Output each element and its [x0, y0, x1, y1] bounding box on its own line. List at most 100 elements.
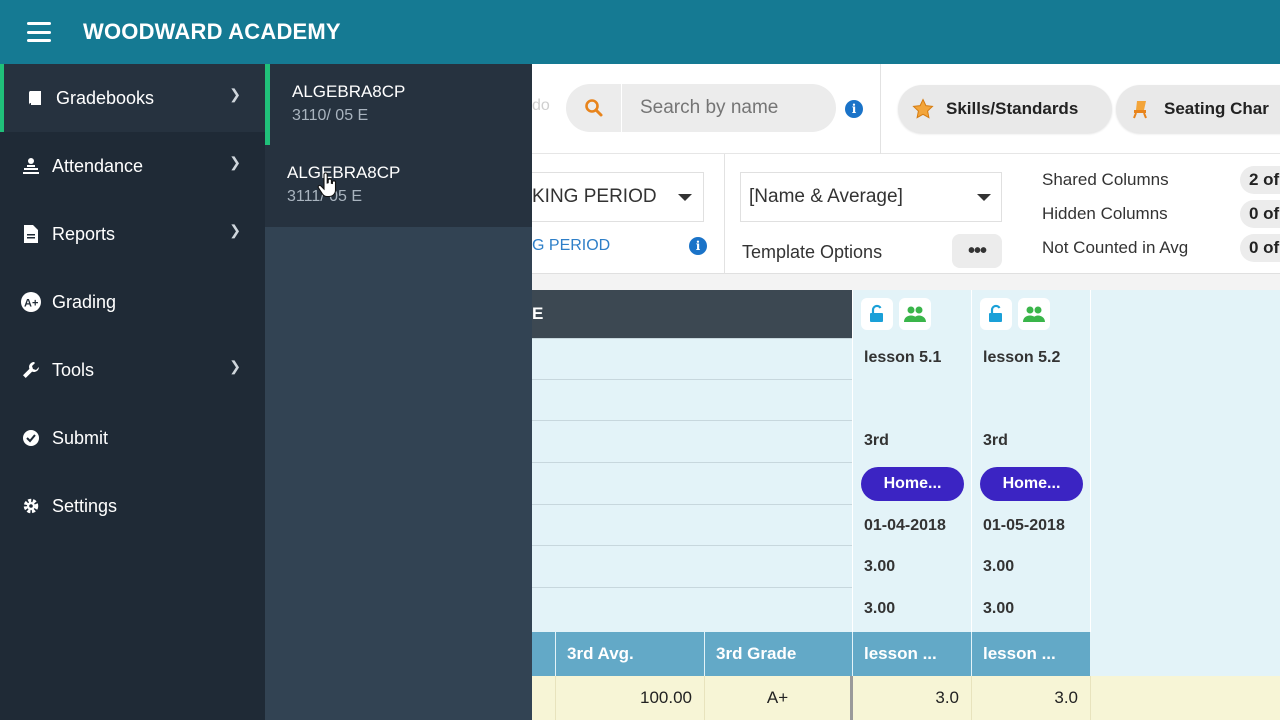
template-options-button[interactable]: ••• — [952, 234, 1002, 268]
score-cell[interactable]: 3.0 — [856, 676, 972, 720]
sidebar-item-tools[interactable]: Tools ❯ — [0, 336, 265, 404]
gradebook-name: ALGEBRA8CP — [292, 82, 406, 101]
row-divider — [532, 587, 852, 588]
not-counted-value[interactable]: 0 of — [1240, 234, 1280, 262]
assignment-date: 01-04-2018 — [864, 517, 946, 534]
caret-down-icon — [678, 194, 692, 201]
gradebook-content: do i Skills/Standards Seating Char KING … — [532, 64, 1280, 720]
sidebar-item-attendance[interactable]: Attendance ❯ — [0, 132, 265, 200]
top-bar: WOODWARD ACADEMY — [0, 0, 1280, 64]
assignment-name[interactable]: lesson 5.2 — [983, 349, 1060, 367]
template-select[interactable]: [Name & Average] — [740, 172, 1002, 222]
unlock-icon[interactable] — [980, 298, 1012, 330]
book-icon — [24, 87, 46, 109]
assignment-points: 3.00 — [864, 558, 896, 575]
band-cell — [532, 632, 556, 676]
hidden-columns-value[interactable]: 0 of — [1240, 200, 1280, 228]
table-row: 100.00 A+ 3.0 3.0 — [532, 676, 1280, 720]
grade-cell: A+ — [705, 676, 853, 720]
star-icon — [912, 98, 934, 119]
chevron-right-icon: ❯ — [229, 222, 241, 238]
divider — [724, 154, 725, 274]
shared-columns-label: Shared Columns — [1042, 170, 1169, 189]
grade-a-plus-icon: A+ — [20, 291, 42, 313]
seating-chart-button[interactable]: Seating Char — [1116, 85, 1280, 133]
gear-icon — [20, 495, 42, 517]
row-divider — [532, 379, 852, 380]
submenu-item-gradebook[interactable]: ALGEBRA8CP 3110/ 05 E — [265, 64, 532, 145]
shared-columns-value[interactable]: 2 of — [1240, 166, 1280, 194]
assignment-column: lesson 5.2 3rd Home... 01-05-2018 3.00 3… — [972, 290, 1090, 632]
chevron-right-icon: ❯ — [229, 358, 241, 374]
chair-icon — [1133, 101, 1147, 119]
assignment-column-header[interactable]: lesson ... — [853, 632, 972, 676]
sidebar-item-label: Gradebooks — [56, 87, 155, 108]
chevron-right-icon: ❯ — [229, 86, 241, 102]
search-box — [566, 84, 836, 132]
group-share-icon[interactable] — [899, 298, 931, 330]
marking-period-select[interactable]: KING PERIOD — [532, 172, 704, 222]
search-button[interactable] — [566, 84, 622, 132]
not-counted-label: Not Counted in Avg — [1042, 238, 1189, 257]
menu-icon[interactable] — [27, 22, 51, 42]
grid-header: E — [532, 290, 852, 338]
template-value: [Name & Average] — [749, 186, 903, 207]
assignment-date: 01-05-2018 — [983, 517, 1065, 534]
sidebar-item-reports[interactable]: Reports ❯ — [0, 200, 265, 268]
assignment-period: 3rd — [864, 432, 889, 449]
row-divider — [532, 545, 852, 546]
sidebar-item-settings[interactable]: Settings — [0, 472, 265, 540]
toolbar: do i Skills/Standards Seating Char — [532, 64, 1280, 154]
sidebar-item-grading[interactable]: A+ Grading — [0, 268, 265, 336]
avg-column-header[interactable]: 3rd Avg. — [556, 632, 705, 676]
sidebar-item-label: Reports — [52, 223, 116, 244]
gradebook-grid: E lesson 5.1 3rd Home... 01-04-2018 3.00… — [532, 290, 1280, 720]
skills-standards-label: Skills/Standards — [946, 99, 1079, 118]
row-divider — [532, 504, 852, 505]
sidebar-item-label: Submit — [52, 427, 109, 448]
info-icon[interactable]: i — [845, 100, 863, 118]
divider — [880, 64, 881, 154]
app-title: WOODWARD ACADEMY — [83, 19, 341, 44]
unlock-icon[interactable] — [861, 298, 893, 330]
grade-column-header[interactable]: 3rd Grade — [705, 632, 853, 676]
template-options-label: Template Options — [742, 242, 883, 262]
search-input[interactable] — [622, 97, 822, 119]
check-circle-icon — [20, 427, 42, 449]
sidebar-item-label: Tools — [52, 359, 95, 380]
category-button[interactable]: Home... — [980, 467, 1083, 501]
assignment-period: 3rd — [983, 432, 1008, 449]
assignment-points: 3.00 — [983, 558, 1015, 575]
sidebar: Gradebooks ❯ Attendance ❯ Reports ❯ A+ G… — [0, 64, 265, 720]
assignment-column: lesson 5.1 3rd Home... 01-04-2018 3.00 3… — [853, 290, 971, 632]
sidebar-item-gradebooks[interactable]: Gradebooks ❯ — [0, 64, 265, 132]
row-divider — [532, 420, 852, 421]
assignment-name[interactable]: lesson 5.1 — [864, 349, 941, 367]
category-button[interactable]: Home... — [861, 467, 964, 501]
toolbar-fragment: do — [532, 97, 550, 114]
info-icon[interactable]: i — [689, 237, 707, 255]
chevron-right-icon: ❯ — [229, 154, 241, 170]
assignment-column-header[interactable]: lesson ... — [972, 632, 1091, 676]
avg-cell: 100.00 — [556, 676, 705, 720]
report-icon — [20, 223, 42, 245]
assignment-weight: 3.00 — [864, 600, 896, 617]
marking-period-link[interactable]: G PERIOD — [532, 237, 610, 255]
row-divider — [532, 462, 852, 463]
score-cell[interactable]: 3.0 — [972, 676, 1091, 720]
hidden-columns-label: Hidden Columns — [1042, 204, 1168, 223]
skills-standards-button[interactable]: Skills/Standards — [898, 85, 1112, 133]
attendance-icon — [20, 155, 42, 177]
column-header-band: 3rd Avg. 3rd Grade lesson ... lesson ... — [532, 632, 1280, 676]
sidebar-item-submit[interactable]: Submit — [0, 404, 265, 472]
sidebar-item-label: Settings — [52, 495, 118, 516]
svg-text:A+: A+ — [24, 298, 38, 310]
row-divider — [532, 338, 852, 339]
wrench-icon — [20, 359, 42, 381]
caret-down-icon — [977, 194, 991, 201]
sidebar-item-label: Grading — [52, 291, 117, 312]
hand-cursor-icon — [317, 172, 337, 198]
options-row: KING PERIOD G PERIOD i [Name & Average] … — [532, 154, 1280, 274]
group-share-icon[interactable] — [1018, 298, 1050, 330]
submenu-item-gradebook[interactable]: ALGEBRA8CP 3111/ 05 E — [265, 145, 532, 227]
